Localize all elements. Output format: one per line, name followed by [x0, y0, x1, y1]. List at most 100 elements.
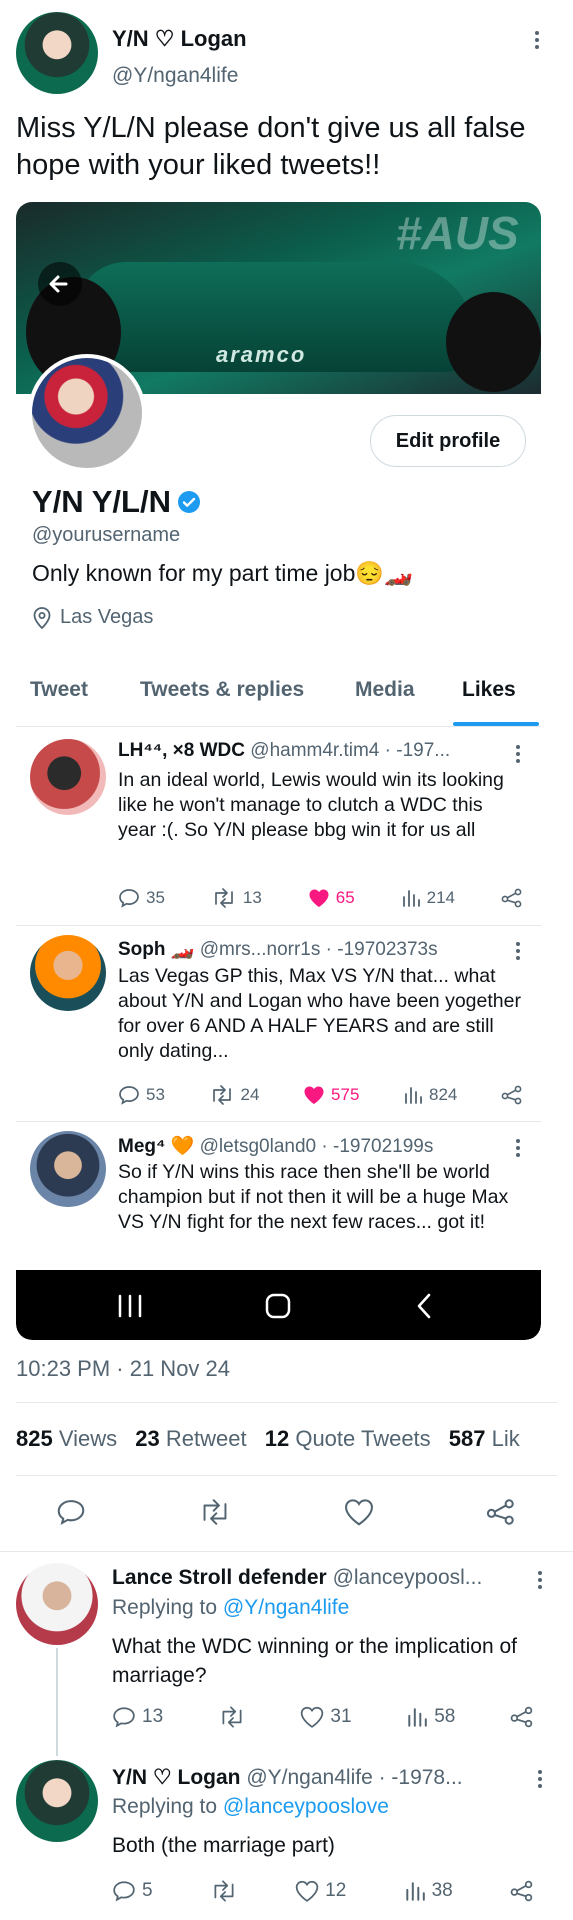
reply-name[interactable]: Y/N ♡ Logan — [112, 1766, 241, 1789]
liked-tweet-name[interactable]: Soph 🏎️ — [118, 939, 194, 960]
tab-likes[interactable]: Likes — [462, 678, 516, 702]
reply-actions: 13 31 58 — [112, 1706, 534, 1728]
reply-handle[interactable]: @lanceypoosl... — [333, 1566, 483, 1589]
quote-label[interactable]: Quote Tweets — [295, 1426, 430, 1451]
retweet-count[interactable]: 23 — [135, 1426, 159, 1451]
reply-button[interactable]: 53 — [118, 1085, 165, 1105]
tab-media[interactable]: Media — [355, 678, 415, 702]
heart-icon[interactable] — [344, 1498, 374, 1526]
share-icon — [501, 1085, 522, 1105]
replying-to-link[interactable]: @Y/ngan4life — [223, 1596, 349, 1619]
more-options-icon[interactable] — [530, 1767, 550, 1791]
more-options-icon[interactable] — [527, 28, 547, 52]
views-icon — [405, 1087, 422, 1104]
liked-tweet-text: Las Vegas GP this, Max VS Y/N that... wh… — [118, 965, 521, 1062]
system-nav-bar — [16, 1270, 541, 1340]
liked-tweet-avatar[interactable] — [30, 739, 106, 815]
liked-tweet-avatar[interactable] — [30, 935, 106, 1011]
views-icon — [402, 890, 420, 907]
back-arrow-icon[interactable] — [38, 262, 82, 306]
like-button[interactable]: 31 — [300, 1706, 352, 1728]
meta-divider — [0, 1551, 573, 1552]
liked-tweet-avatar[interactable] — [30, 1131, 106, 1207]
share-button[interactable] — [510, 1706, 534, 1728]
like-button[interactable]: 575 — [303, 1085, 359, 1105]
liked-tweet-handle[interactable]: @letsg0land0 · -19702199s — [200, 1136, 434, 1157]
main-action-bar — [56, 1498, 516, 1526]
profile-handle: @yourusername — [32, 524, 181, 546]
reply-avatar[interactable] — [16, 1563, 98, 1645]
liked-tweet-name[interactable]: LH⁴⁴, ×8 WDC — [118, 740, 245, 761]
reply-handle[interactable]: @Y/ngan4life · -1978... — [246, 1766, 462, 1789]
views-button[interactable]: 58 — [406, 1706, 455, 1728]
retweet-button[interactable]: 24 — [209, 1085, 259, 1105]
more-options-icon[interactable] — [530, 1568, 550, 1592]
share-button[interactable] — [501, 1085, 523, 1105]
retweet-button[interactable] — [210, 1880, 238, 1902]
tab-tweet[interactable]: Tweet — [30, 678, 88, 702]
edit-profile-button[interactable]: Edit profile — [370, 415, 526, 467]
views-button[interactable]: 38 — [404, 1880, 453, 1902]
tab-tweets-replies[interactable]: Tweets & replies — [140, 678, 304, 702]
heart-icon — [295, 1880, 319, 1902]
share-icon[interactable] — [486, 1498, 516, 1526]
reply-icon — [119, 1086, 139, 1105]
tabs-divider — [16, 726, 541, 727]
reply-button[interactable]: 13 — [112, 1706, 163, 1728]
home-icon[interactable] — [264, 1292, 292, 1320]
author-name[interactable]: Y/N ♡ Logan — [112, 26, 247, 52]
reply-button[interactable]: 35 — [118, 888, 165, 908]
views-icon — [405, 1882, 425, 1901]
retweet-icon — [222, 1706, 242, 1728]
author-avatar[interactable] — [16, 12, 98, 94]
like-button[interactable]: 65 — [308, 888, 355, 908]
quote-count[interactable]: 12 — [265, 1426, 289, 1451]
share-icon — [510, 1880, 533, 1902]
profile-location-row: Las Vegas — [32, 606, 153, 629]
reply-text: What the WDC winning or the implication … — [112, 1635, 517, 1687]
heart-filled-icon — [304, 1086, 324, 1104]
views-count: 825 — [16, 1426, 53, 1451]
tweet-timestamp[interactable]: 10:23 PM · 21 Nov 24 — [16, 1356, 230, 1382]
back-nav-icon[interactable] — [414, 1292, 434, 1320]
views-icon — [408, 1708, 427, 1727]
liked-tweet-handle[interactable]: @mrs...norr1s · -19702373s — [200, 939, 438, 960]
reply-header: Lance Stroll defender @lanceypoosl... — [112, 1566, 520, 1590]
reply-header: Y/N ♡ Logan @Y/ngan4life · -1978... — [112, 1765, 520, 1790]
retweet-icon — [214, 1880, 234, 1902]
reply-avatar[interactable] — [16, 1760, 98, 1842]
reply-button[interactable]: 5 — [112, 1880, 153, 1902]
liked-tweet-name[interactable]: Meg⁴ 🧡 — [118, 1136, 194, 1157]
liked-tweet-header: Soph 🏎️ @mrs...norr1s · -19702373s — [118, 937, 508, 961]
likes-label[interactable]: Lik — [492, 1426, 520, 1451]
share-button[interactable] — [510, 1880, 534, 1902]
replying-to-prefix: Replying to — [112, 1795, 218, 1818]
liked-tweet-handle[interactable]: @hamm4r.tim4 · -197... — [250, 740, 450, 761]
retweet-icon — [212, 1085, 231, 1105]
views-button[interactable]: 214 — [401, 888, 455, 908]
share-button[interactable] — [501, 888, 523, 908]
profile-avatar[interactable] — [28, 354, 146, 472]
views-button[interactable]: 824 — [403, 1085, 457, 1105]
share-icon — [510, 1706, 533, 1728]
replying-to-link[interactable]: @lanceypooslove — [223, 1795, 389, 1818]
retweet-icon[interactable] — [198, 1498, 232, 1526]
tweet-text: Miss Y/L/N please don't give us all fals… — [16, 112, 526, 181]
like-button[interactable]: 12 — [295, 1880, 346, 1902]
reply-icon[interactable] — [56, 1498, 86, 1526]
tweet-stats-row: 825 Views 23 Retweet 12 Quote Tweets 587… — [16, 1426, 573, 1452]
retweet-icon — [215, 888, 233, 908]
liked-tweet-header: Meg⁴ 🧡 @letsg0land0 · -19702199s — [118, 1134, 508, 1158]
more-options-icon[interactable] — [508, 742, 528, 766]
more-options-icon[interactable] — [508, 939, 528, 963]
likes-count[interactable]: 587 — [449, 1426, 486, 1451]
retweet-button[interactable] — [218, 1706, 246, 1728]
author-handle[interactable]: @Y/ngan4life — [112, 64, 238, 88]
retweet-button[interactable]: 13 — [211, 888, 262, 908]
replying-to-row: Replying to @Y/ngan4life — [112, 1596, 349, 1620]
reply-name[interactable]: Lance Stroll defender — [112, 1566, 327, 1589]
reply-icon — [113, 1707, 135, 1728]
more-options-icon[interactable] — [508, 1136, 528, 1160]
recent-apps-icon[interactable] — [116, 1294, 144, 1318]
retweet-label[interactable]: Retweet — [166, 1426, 247, 1451]
